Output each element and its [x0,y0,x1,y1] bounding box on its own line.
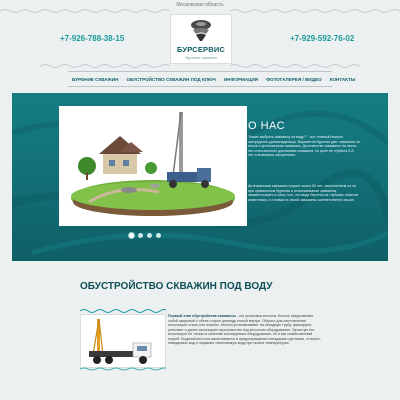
section-text: Первый этап обустройства скважины - это … [168,314,322,346]
slider-pagination [129,233,161,238]
section-title: ОБУСТРОЙСТВО СКВАЖИН ПОД ВОДУ [80,281,273,292]
main-nav: БУРЕНИЕ СКВАЖИН ОБУСТРОЙСТВО СКВАЖИН ПОД… [68,71,355,87]
nav-wave-divider [39,64,361,68]
logo-tagline: бурение скважин [185,55,217,60]
section-body: - это установка кессона. Кессон представ… [168,314,321,345]
section-lead: Первый этап обустройства скважины [168,314,236,318]
hero-slide-image[interactable] [59,106,247,226]
slider-dot[interactable] [147,233,152,238]
about-paragraph: Артезианская скважина служит около 50 ле… [248,184,359,202]
section-image[interactable] [80,314,166,368]
phone-right[interactable]: +7-929-592-76-02 [290,34,354,43]
drill-logo-icon [191,20,211,41]
logo-name: БУРСЕРВИС [176,45,226,54]
nav-item-drilling[interactable]: БУРЕНИЕ СКВАЖИН [68,77,122,82]
about-title: О НАС [248,120,286,132]
slider-dot[interactable] [156,233,161,238]
hero-banner: О НАС "Каких выбрать скважину на воду?" … [12,93,388,261]
nav-item-information[interactable]: ИНФОРМАЦИЯ [220,77,262,82]
phone-left[interactable]: +7-926-788-38-15 [60,34,124,43]
nav-item-contacts[interactable]: КОНТАКТЫ [326,77,360,82]
logo[interactable]: БУРСЕРВИС бурение скважин [170,14,232,64]
house-with-drill-rig-image [59,106,247,226]
drilling-truck-image [81,315,165,367]
slider-dot[interactable] [129,233,134,238]
nav-item-arrangement[interactable]: ОБУСТРОЙСТВО СКВАЖИН ПОД КЛЮЧ [122,77,219,82]
slider-dot[interactable] [138,233,143,238]
about-paragraph: "Каких выбрать скважину на воду?" - вот … [248,135,360,158]
nav-item-gallery[interactable]: ФОТОГАЛЕРЕЯ / ВИДЕО [262,77,326,82]
image-shadow-wave [80,367,166,371]
